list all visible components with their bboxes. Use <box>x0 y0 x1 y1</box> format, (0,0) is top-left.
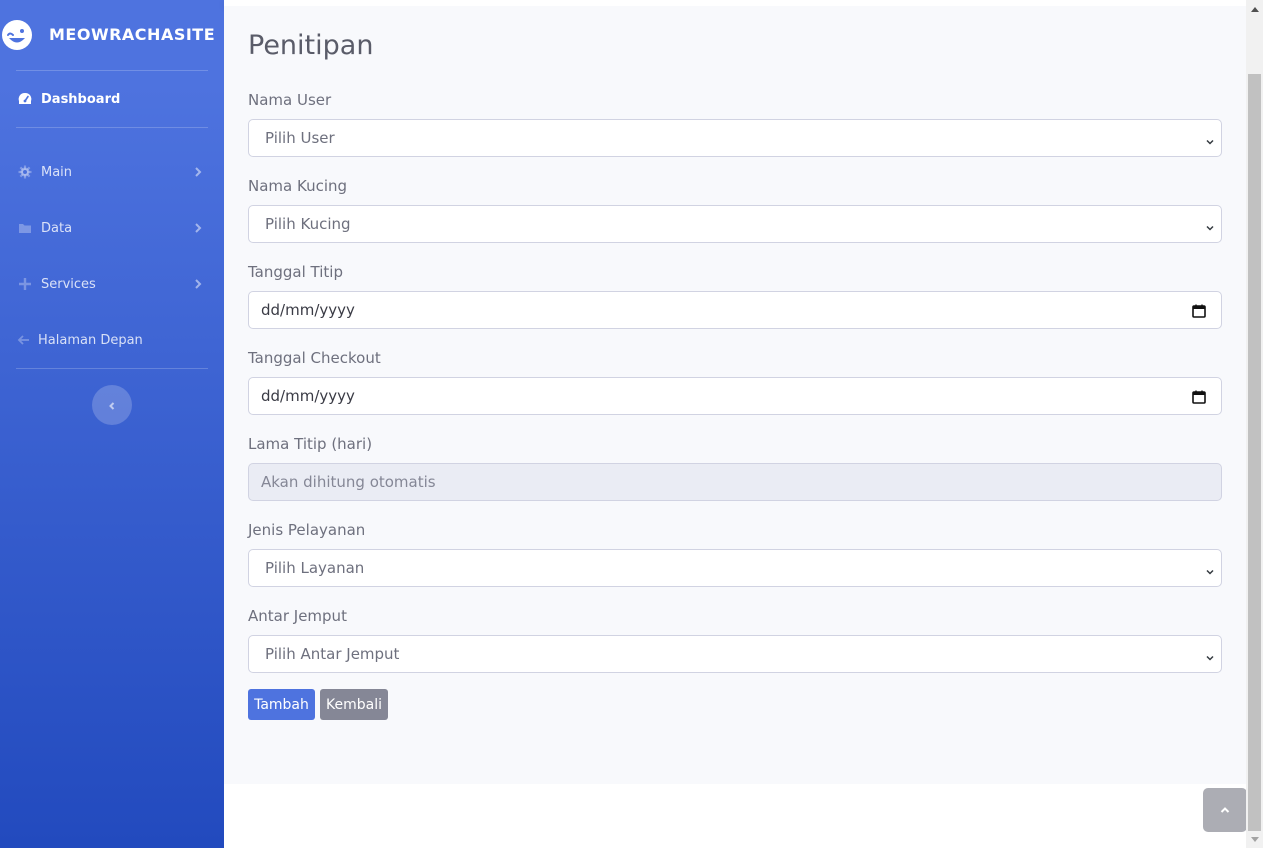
chevron-right-icon <box>192 222 204 234</box>
sidebar-item-label: Main <box>41 164 73 180</box>
service-select-value: Pilih Layanan <box>265 559 365 577</box>
sidebar-item-data[interactable]: Data <box>0 200 224 256</box>
main-content: Penitipan Nama User Pilih User Nama Kuci… <box>224 6 1246 784</box>
plus-icon <box>17 276 33 292</box>
checkout-date-label: Tanggal Checkout <box>248 349 381 367</box>
pickup-select[interactable]: Pilih Antar Jemput <box>248 635 1222 673</box>
cat-select[interactable]: Pilih Kucing <box>248 205 1222 243</box>
sidebar-item-label: Dashboard <box>41 91 121 107</box>
scroll-to-top-button[interactable] <box>1203 788 1247 832</box>
user-label: Nama User <box>248 91 332 109</box>
checkin-date-label: Tanggal Titip <box>248 263 343 281</box>
sidebar-toggle-button[interactable] <box>92 385 132 425</box>
cat-select-value: Pilih Kucing <box>265 215 351 233</box>
sidebar-item-label: Halaman Depan <box>38 332 143 348</box>
sidebar-item-label: Data <box>41 220 73 236</box>
page-title: Penitipan <box>248 30 374 61</box>
calendar-icon[interactable] <box>1191 389 1207 405</box>
chevron-right-icon <box>192 166 204 178</box>
scrollbar-thumb[interactable] <box>1248 74 1261 831</box>
service-label: Jenis Pelayanan <box>248 521 366 539</box>
chevron-right-icon <box>192 278 204 290</box>
pickup-label: Antar Jemput <box>248 607 347 625</box>
sidebar-item-main[interactable]: Main <box>0 144 224 200</box>
chevron-left-icon <box>107 396 117 415</box>
sidebar-item-services[interactable]: Services <box>0 256 224 312</box>
chevron-down-icon <box>1205 133 1215 145</box>
chevron-down-icon <box>1205 649 1215 661</box>
checkin-date-placeholder: dd/mm/yyyy <box>261 301 355 319</box>
user-select-value: Pilih User <box>265 129 335 147</box>
sidebar-item-dashboard[interactable]: Dashboard <box>0 71 224 127</box>
service-select[interactable]: Pilih Layanan <box>248 549 1222 587</box>
sidebar-item-label: Services <box>41 276 96 292</box>
chevron-down-icon <box>1205 563 1215 575</box>
checkout-date-placeholder: dd/mm/yyyy <box>261 387 355 405</box>
laugh-wink-icon <box>1 19 33 51</box>
sidebar-item-halaman-depan[interactable]: Halaman Depan <box>0 312 224 368</box>
checkin-date-input[interactable]: dd/mm/yyyy <box>248 291 1222 329</box>
user-select[interactable]: Pilih User <box>248 119 1222 157</box>
checkout-date-input[interactable]: dd/mm/yyyy <box>248 377 1222 415</box>
brand-name: MEOWRACHASITE <box>49 25 216 44</box>
chevron-up-icon <box>1219 801 1231 820</box>
duration-placeholder: Akan dihitung otomatis <box>261 473 436 491</box>
folder-icon <box>17 220 33 236</box>
duration-label: Lama Titip (hari) <box>248 435 373 453</box>
cat-label: Nama Kucing <box>248 177 348 195</box>
page-scrollbar[interactable] <box>1246 0 1263 848</box>
gear-icon <box>17 164 33 180</box>
tambah-button[interactable]: Tambah <box>248 689 315 720</box>
scroll-down-arrow-icon[interactable] <box>1246 831 1263 848</box>
chevron-down-icon <box>1205 219 1215 231</box>
sidebar: MEOWRACHASITE Dashboard Main Data Servic… <box>0 0 224 848</box>
duration-input: Akan dihitung otomatis <box>248 463 1222 501</box>
calendar-icon[interactable] <box>1191 303 1207 319</box>
sidebar-brand[interactable]: MEOWRACHASITE <box>0 0 224 70</box>
kembali-button[interactable]: Kembali <box>320 689 388 720</box>
arrow-left-icon <box>16 332 32 348</box>
pickup-select-value: Pilih Antar Jemput <box>265 645 400 663</box>
tachometer-icon <box>17 91 33 107</box>
scroll-up-arrow-icon[interactable] <box>1246 0 1263 17</box>
sidebar-divider <box>16 368 208 369</box>
footer <box>224 784 1246 848</box>
